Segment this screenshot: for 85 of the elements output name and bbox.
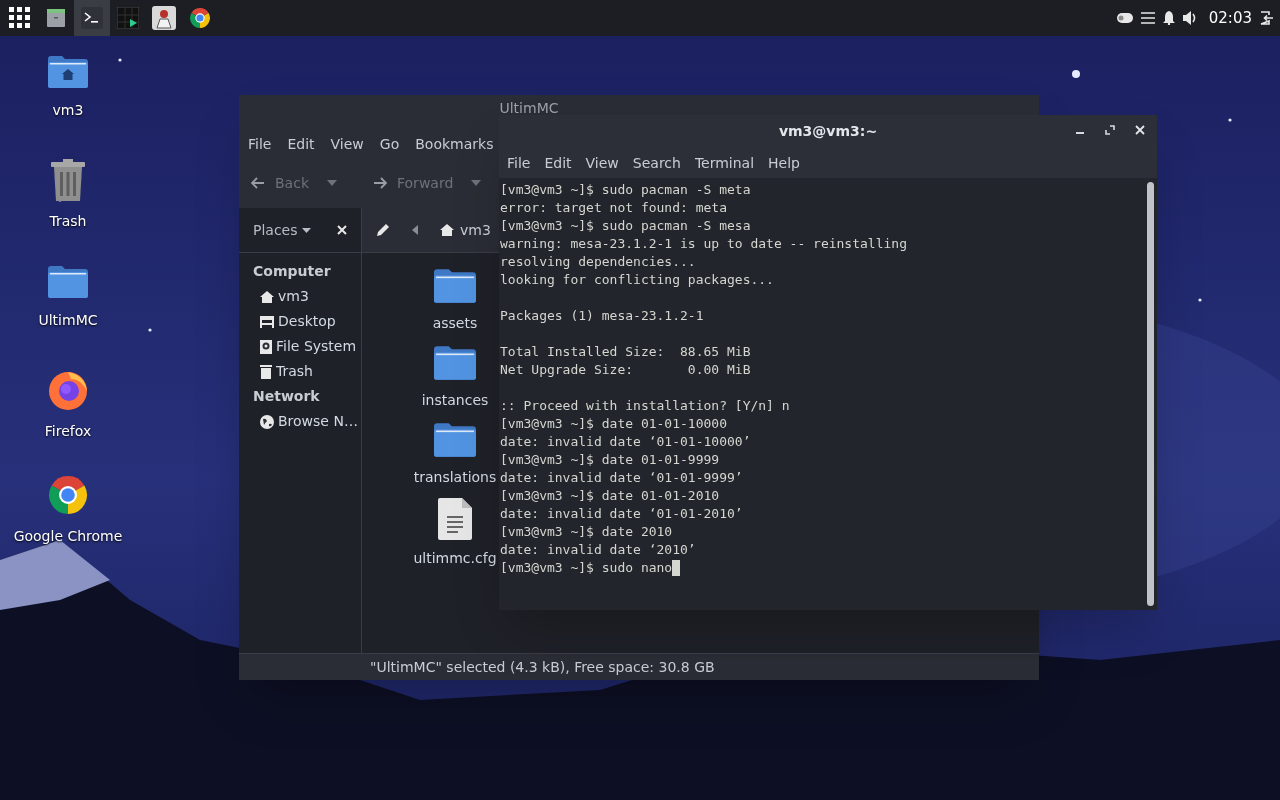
sidebar-item[interactable]: Trash xyxy=(253,359,361,384)
terminal-line: :: Proceed with installation? [Y/n] n xyxy=(500,397,790,415)
window-title: vm3@vm3:~ xyxy=(778,122,878,141)
terminal-line: resolving dependencies... xyxy=(500,253,696,271)
document-item[interactable]: ultimmc.cfg xyxy=(411,498,499,569)
terminal-line: warning: mesa-23.1.2-1 is up to date -- reinstalling xyxy=(500,235,907,253)
home-icon xyxy=(440,223,454,237)
terminal-line: [vm3@vm3 ~]$ sudo pacman -S meta xyxy=(500,181,751,199)
toggle-icon[interactable] xyxy=(1116,13,1133,23)
menu-item[interactable]: Edit xyxy=(281,133,321,155)
launcher-button[interactable] xyxy=(74,0,110,36)
text-cursor xyxy=(672,560,681,576)
terminal-line: [vm3@vm3 ~]$ date 01-01-9999 xyxy=(500,451,720,469)
home-icon xyxy=(260,289,274,304)
trash-icon xyxy=(50,159,86,201)
left-caret-icon[interactable] xyxy=(412,225,418,235)
terminal-line: error: target not found: meta xyxy=(500,199,727,217)
app-grid-icon xyxy=(9,7,31,29)
sidebar-item[interactable]: File System xyxy=(253,334,361,359)
document-icon xyxy=(438,498,472,540)
menu-item[interactable]: Bookmarks xyxy=(409,133,500,155)
home-folder-icon xyxy=(48,54,88,90)
menu-item[interactable]: Edit xyxy=(539,152,577,174)
terminal-line: looking for conflicting packages... xyxy=(500,271,774,289)
clock[interactable]: 02:03 xyxy=(1208,6,1252,30)
menu-item[interactable]: Search xyxy=(627,152,686,174)
chrome-icon xyxy=(47,474,89,516)
back-arrow-icon xyxy=(251,177,265,189)
menu-item[interactable]: Go xyxy=(373,133,406,155)
terminal-line: date: invalid date ‘01-01-9999’ xyxy=(500,469,743,487)
desktop-icon xyxy=(260,315,274,328)
trash-icon xyxy=(260,364,272,379)
terminal-line: date: invalid date ‘2010’ xyxy=(500,541,696,559)
places-dropdown[interactable]: Places xyxy=(253,219,311,241)
terminal-line: date: invalid date ‘01-01-10000’ xyxy=(500,433,751,451)
terminal-line: [vm3@vm3 ~]$ sudo nano xyxy=(500,559,673,577)
sidebar-heading: Computer xyxy=(253,262,332,281)
terminal-line: Packages (1) mesa-23.1.2-1 xyxy=(500,307,704,325)
menu-item[interactable]: View xyxy=(324,133,370,155)
folder-item[interactable]: assets xyxy=(411,267,499,334)
game-icon xyxy=(152,6,176,30)
terminal-line: [vm3@vm3 ~]$ date 2010 xyxy=(500,523,673,541)
bell-icon[interactable] xyxy=(1162,11,1175,25)
menu-item[interactable]: View xyxy=(580,152,624,174)
status-text: "UltimMC" selected (4.3 kB), Free space: 30.8 GB xyxy=(370,657,715,677)
folder-icon xyxy=(434,267,476,305)
sidebar-item[interactable]: vm3 xyxy=(253,284,361,309)
pencil-icon[interactable] xyxy=(376,223,390,237)
chrome-icon xyxy=(189,7,211,29)
logout-icon[interactable] xyxy=(1260,11,1274,25)
terminal-line: Total Installed Size: 88.65 MiB xyxy=(500,343,751,361)
forward-arrow-icon xyxy=(373,177,387,189)
menu-item[interactable]: File xyxy=(242,133,278,155)
menu-icon[interactable] xyxy=(1140,11,1155,25)
terminal-icon xyxy=(81,7,103,29)
globe-icon xyxy=(260,414,274,429)
maximize-icon[interactable] xyxy=(1105,125,1115,135)
folder-icon xyxy=(48,264,88,300)
folder-item[interactable]: instances xyxy=(411,344,499,411)
terminal-line: [vm3@vm3 ~]$ date 01-01-2010 xyxy=(500,487,720,505)
terminal-line: [vm3@vm3 ~]$ sudo pacman -S mesa xyxy=(500,217,751,235)
folder-item[interactable]: translations xyxy=(411,421,499,488)
system-monitor-icon xyxy=(117,7,139,29)
sidebar-item[interactable]: Desktop xyxy=(253,309,361,334)
terminal-line: [vm3@vm3 ~]$ date 01-01-10000 xyxy=(500,415,727,433)
menu-item[interactable]: Terminal xyxy=(689,152,760,174)
terminal-line: Net Upgrade Size: 0.00 MiB xyxy=(500,361,751,379)
close-icon[interactable] xyxy=(1135,125,1145,135)
file-cabinet-icon xyxy=(45,7,67,29)
drive-icon xyxy=(260,339,272,354)
sidebar-item[interactable]: Browse N… xyxy=(253,409,361,434)
close-icon[interactable] xyxy=(337,225,347,235)
folder-icon xyxy=(434,421,476,459)
terminal-line: date: invalid date ‘01-01-2010’ xyxy=(500,505,743,523)
window-title: UltimMC xyxy=(499,101,559,115)
scrollbar-thumb[interactable] xyxy=(1146,182,1154,606)
dropdown-caret-icon[interactable] xyxy=(471,180,482,186)
sidebar-heading: Network xyxy=(253,387,321,406)
menu-item[interactable]: Help xyxy=(763,152,805,174)
path-button[interactable]: vm3 xyxy=(440,219,491,241)
caret-icon xyxy=(301,227,311,233)
firefox-icon xyxy=(47,369,89,411)
folder-icon xyxy=(434,344,476,382)
dropdown-caret-icon[interactable] xyxy=(327,180,337,186)
menu-item[interactable]: File xyxy=(502,152,536,174)
